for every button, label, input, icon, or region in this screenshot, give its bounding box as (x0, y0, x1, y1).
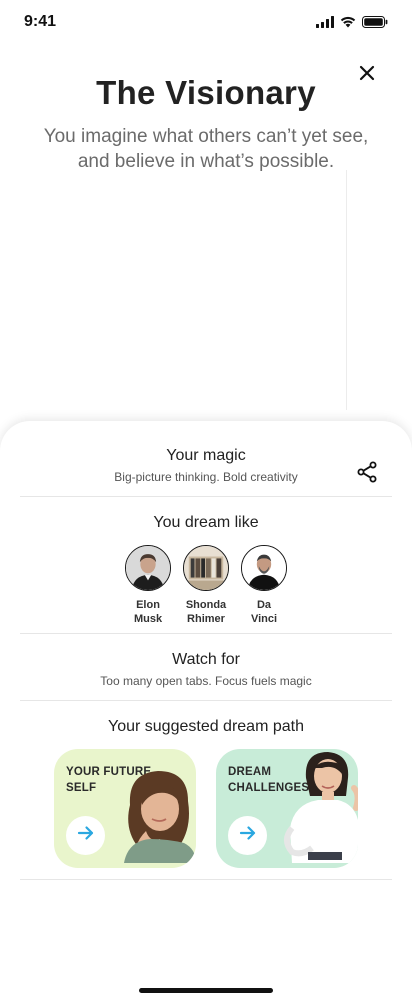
divider (20, 633, 392, 634)
dream-like-title: You dream like (153, 514, 259, 531)
divider (20, 879, 392, 880)
share-button[interactable] (356, 461, 378, 483)
page-subtitle: You imagine what others can’t yet see, a… (43, 126, 369, 172)
status-time: 9:41 (24, 13, 57, 30)
results-sheet: Your magic Big-picture thinking. Bold cr… (0, 421, 412, 1002)
hero-divider-line (346, 170, 347, 410)
avatar (125, 545, 171, 591)
divider (20, 700, 392, 701)
magic-title: Your magic (166, 447, 246, 464)
share-icon (356, 461, 378, 487)
status-bar: 9:41 (0, 0, 412, 44)
person-item-elon-musk[interactable]: Elon Musk (125, 545, 171, 626)
card-arrow-button[interactable] (228, 816, 267, 855)
person-item-shonda-rhimer[interactable]: Shonda Rhimer (183, 545, 229, 626)
person-name: Da Vinci (250, 599, 278, 625)
watch-for-title: Watch for (172, 651, 240, 668)
divider (20, 496, 392, 497)
card-arrow-button[interactable] (66, 816, 105, 855)
dream-path-title: Your suggested dream path (108, 718, 304, 735)
woman-smiling-illustration (282, 749, 358, 868)
home-indicator[interactable] (139, 988, 273, 993)
watch-for-subtitle: Too many open tabs. Focus fuels magic (100, 674, 312, 688)
wifi-icon (340, 15, 356, 33)
arrow-right-icon (238, 823, 258, 848)
status-icons (316, 15, 388, 33)
person-name: Elon Musk (133, 599, 163, 625)
dream-like-people: Elon Musk Shonda Rhimer Da Vinci (0, 545, 412, 626)
dream-path-cards: YOUR FUTURE SELF DREAM CHALLENGES (54, 749, 358, 868)
woman-thinking-illustration (116, 765, 196, 868)
magic-subtitle: Big-picture thinking. Bold creativity (114, 470, 298, 484)
battery-icon (362, 15, 388, 33)
future-self-card[interactable]: YOUR FUTURE SELF (54, 749, 196, 868)
avatar (183, 545, 229, 591)
arrow-right-icon (76, 823, 96, 848)
person-name: Shonda Rhimer (185, 599, 227, 625)
dream-challenges-card[interactable]: DREAM CHALLENGES (216, 749, 358, 868)
person-item-da-vinci[interactable]: Da Vinci (241, 545, 287, 626)
page-title: The Visionary (96, 74, 316, 111)
avatar (241, 545, 287, 591)
signal-icon (316, 15, 334, 33)
